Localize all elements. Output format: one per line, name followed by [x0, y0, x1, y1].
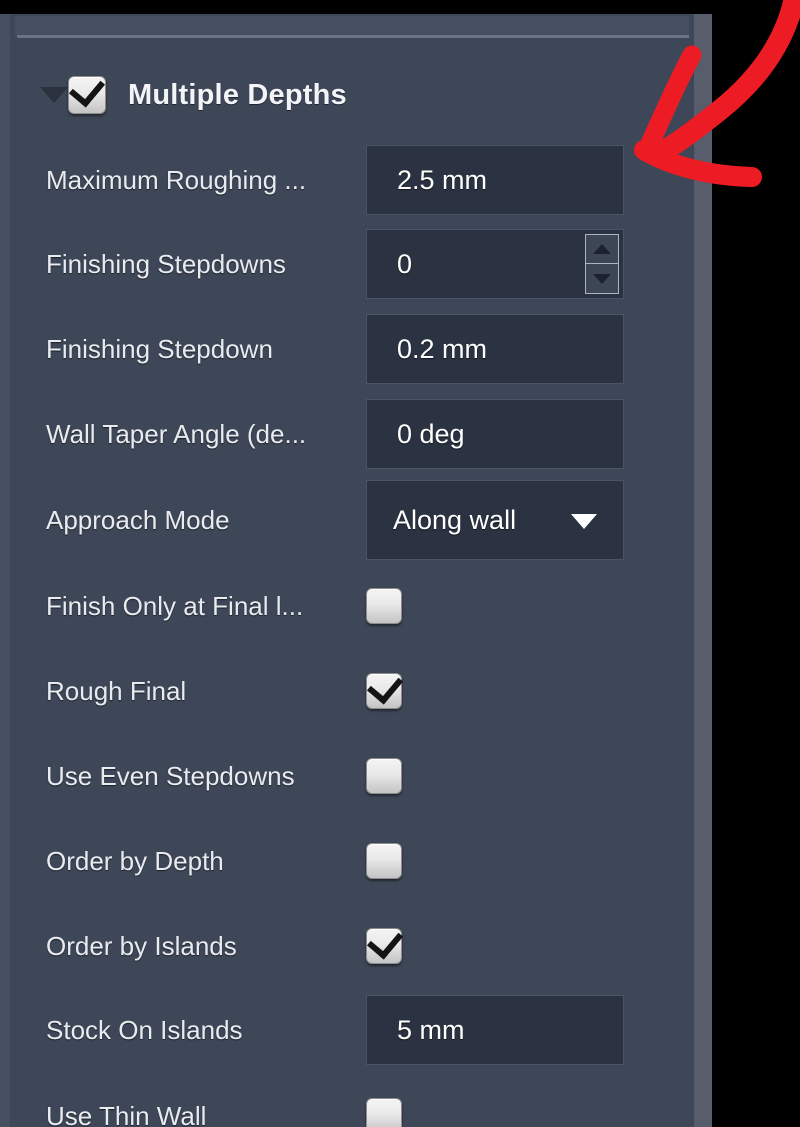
- row-wall-taper-angle: Wall Taper Angle (de... 0 deg: [10, 398, 694, 470]
- checkbox-use-thin-wall[interactable]: [366, 1098, 402, 1127]
- field-value: 0: [397, 248, 413, 279]
- stepper-decrement-button[interactable]: [586, 264, 618, 293]
- check-icon: [68, 70, 106, 108]
- field-value: 5 mm: [397, 1014, 465, 1045]
- label-order-by-islands: Order by Islands: [46, 930, 237, 961]
- property-panel: Multiple Depths Maximum Roughing ... 2.5…: [10, 14, 694, 1127]
- checkbox-rough-final[interactable]: [366, 667, 404, 709]
- panel-header-band: [15, 16, 689, 36]
- triangle-down-icon[interactable]: [40, 87, 68, 103]
- row-finish-only-at-final: Finish Only at Final l...: [10, 586, 694, 626]
- row-finishing-stepdowns: Finishing Stepdowns 0: [10, 228, 694, 300]
- field-value: 0.2 mm: [397, 333, 488, 364]
- checkbox-order-by-depth[interactable]: [366, 843, 402, 879]
- group-title: Multiple Depths: [128, 78, 347, 111]
- chevron-down-icon[interactable]: [571, 514, 597, 529]
- row-finishing-stepdown: Finishing Stepdown 0.2 mm: [10, 313, 694, 385]
- label-finishing-stepdowns: Finishing Stepdowns: [46, 248, 286, 279]
- field-maximum-roughing[interactable]: 2.5 mm: [366, 145, 624, 215]
- panel-left-edge: [0, 14, 10, 1127]
- field-stock-on-islands[interactable]: 5 mm: [366, 995, 624, 1065]
- group-header-multiple-depths[interactable]: Multiple Depths: [10, 59, 694, 131]
- check-icon: [366, 922, 404, 960]
- select-approach-mode[interactable]: Along wall: [366, 480, 624, 560]
- row-maximum-roughing: Maximum Roughing ... 2.5 mm: [10, 144, 694, 216]
- select-value: Along wall: [393, 504, 517, 535]
- checkbox-finish-only-at-final[interactable]: [366, 588, 402, 624]
- triangle-up-icon: [593, 244, 611, 254]
- field-finishing-stepdown[interactable]: 0.2 mm: [366, 314, 624, 384]
- label-order-by-depth: Order by Depth: [46, 845, 224, 876]
- label-approach-mode: Approach Mode: [46, 504, 230, 535]
- row-approach-mode: Approach Mode Along wall: [10, 480, 694, 560]
- stepper-increment-button[interactable]: [586, 235, 618, 264]
- label-finishing-stepdown: Finishing Stepdown: [46, 333, 273, 364]
- application-window: Multiple Depths Maximum Roughing ... 2.5…: [0, 14, 712, 1127]
- checkbox-order-by-islands[interactable]: [366, 922, 404, 964]
- row-order-by-depth: Order by Depth: [10, 841, 694, 881]
- field-value: 2.5 mm: [397, 164, 488, 195]
- row-use-thin-wall: Use Thin Wall: [10, 1096, 694, 1127]
- label-finish-only-at-final: Finish Only at Final l...: [46, 590, 304, 621]
- row-order-by-islands: Order by Islands: [10, 922, 694, 966]
- label-maximum-roughing: Maximum Roughing ...: [46, 164, 307, 195]
- group-checkbox-multiple-depths[interactable]: [68, 70, 106, 114]
- panel-splitter[interactable]: [694, 14, 712, 1127]
- field-wall-taper-angle[interactable]: 0 deg: [366, 399, 624, 469]
- label-wall-taper-angle: Wall Taper Angle (de...: [46, 418, 307, 449]
- triangle-down-icon: [593, 273, 611, 284]
- label-stock-on-islands: Stock On Islands: [46, 1014, 243, 1045]
- row-stock-on-islands: Stock On Islands 5 mm: [10, 994, 694, 1066]
- label-rough-final: Rough Final: [46, 675, 187, 706]
- panel-separator: [17, 35, 689, 38]
- row-use-even-stepdowns: Use Even Stepdowns: [10, 756, 694, 796]
- label-use-thin-wall: Use Thin Wall: [46, 1100, 207, 1127]
- row-rough-final: Rough Final: [10, 667, 694, 711]
- checkbox-use-even-stepdowns[interactable]: [366, 758, 402, 794]
- quantity-stepper[interactable]: [585, 234, 619, 294]
- field-value: 0 deg: [397, 418, 465, 449]
- label-use-even-stepdowns: Use Even Stepdowns: [46, 760, 295, 791]
- field-finishing-stepdowns[interactable]: 0: [366, 229, 624, 299]
- check-icon: [366, 667, 404, 705]
